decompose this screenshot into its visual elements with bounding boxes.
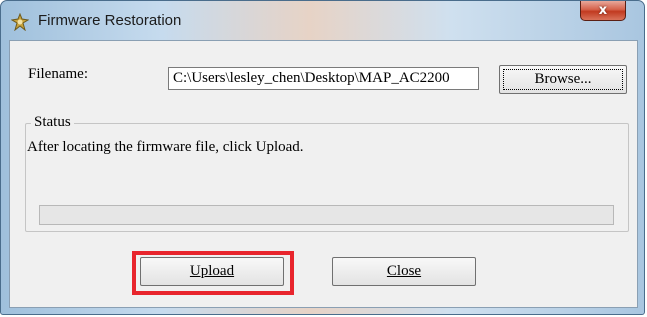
close-button[interactable]: Close xyxy=(332,257,476,286)
window-title: Firmware Restoration xyxy=(38,12,182,29)
close-icon: x xyxy=(598,3,608,18)
upload-button[interactable]: Upload xyxy=(140,257,284,286)
firmware-restoration-window: Firmware Restoration x Filename: C:\User… xyxy=(0,0,645,315)
dialog-content: Filename: C:\Users\lesley_chen\Desktop\M… xyxy=(9,40,638,308)
filename-label: Filename: xyxy=(28,66,88,82)
status-group-label: Status xyxy=(31,114,74,131)
upload-button-label: Upload xyxy=(189,263,235,279)
window-close-button[interactable]: x xyxy=(580,1,626,21)
status-message: After locating the firmware file, click … xyxy=(27,139,304,155)
title-bar: Firmware Restoration x xyxy=(1,1,644,39)
focus-rectangle xyxy=(503,69,623,90)
browse-button[interactable]: Browse... xyxy=(499,65,627,94)
progress-bar xyxy=(39,205,614,225)
close-button-label: Close xyxy=(386,263,422,279)
filename-field[interactable]: C:\Users\lesley_chen\Desktop\MAP_AC2200 xyxy=(168,67,479,90)
firmware-restore-icon xyxy=(11,13,29,31)
